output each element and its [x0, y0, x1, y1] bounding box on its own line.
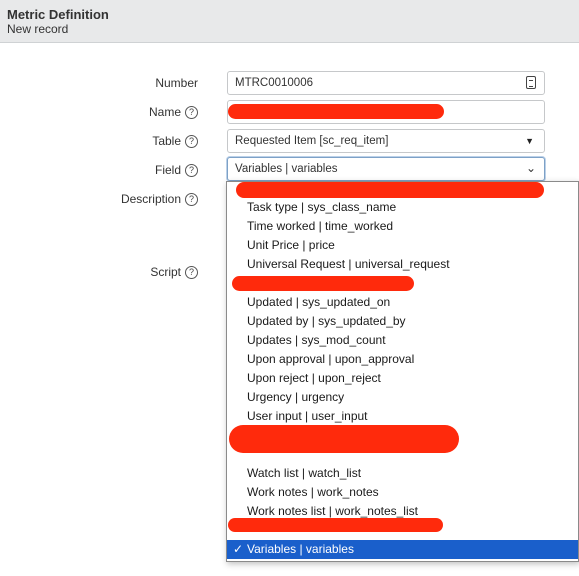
table-select[interactable]: Requested Item [sc_req_item] ▼: [227, 129, 545, 153]
number-label: Number: [155, 76, 198, 90]
dropdown-option[interactable]: Time worked | time_worked: [247, 217, 393, 236]
field-label: Field ?: [155, 163, 198, 177]
dropdown-option[interactable]: User input | user_input: [247, 407, 368, 426]
dropdown-option[interactable]: Updated | sys_updated_on: [247, 293, 390, 312]
field-select[interactable]: Variables | variables ⌄: [227, 157, 545, 181]
redaction-mark: [228, 518, 443, 532]
help-icon[interactable]: ?: [185, 163, 198, 177]
script-label: Script ?: [150, 265, 198, 279]
dropdown-option-selected[interactable]: ✓ Variables | variables: [227, 540, 578, 559]
field-value: Variables | variables: [235, 163, 338, 175]
dropdown-option[interactable]: Updates | sys_mod_count: [247, 331, 386, 350]
redaction-mark: [228, 104, 444, 119]
number-field[interactable]: MTRC0010006: [227, 71, 545, 95]
redaction-mark: [232, 276, 414, 291]
number-value: MTRC0010006: [235, 77, 313, 89]
form-header: Metric Definition New record: [0, 0, 579, 43]
table-value: Requested Item [sc_req_item]: [235, 135, 389, 147]
dropdown-option[interactable]: Universal Request | universal_request: [247, 255, 450, 274]
redaction-mark: [229, 425, 459, 453]
field-options-dropdown[interactable]: Task type | sys_class_name Time worked |…: [226, 181, 579, 562]
help-icon[interactable]: ?: [185, 192, 198, 206]
description-label: Description ?: [121, 192, 198, 206]
dropdown-option[interactable]: Updated by | sys_updated_by: [247, 312, 406, 331]
dropdown-option[interactable]: Task type | sys_class_name: [247, 198, 396, 217]
help-icon[interactable]: ?: [185, 134, 198, 148]
table-label: Table ?: [152, 134, 198, 148]
dropdown-option[interactable]: Upon reject | upon_reject: [247, 369, 381, 388]
reference-icon[interactable]: [526, 76, 536, 89]
dropdown-option[interactable]: Upon approval | upon_approval: [247, 350, 414, 369]
help-icon[interactable]: ?: [185, 105, 198, 119]
redaction-mark: [236, 182, 544, 198]
dropdown-option[interactable]: Watch list | watch_list: [247, 464, 361, 483]
dropdown-option[interactable]: Work notes | work_notes: [247, 483, 379, 502]
form-subtitle: New record: [7, 22, 69, 36]
check-icon: ✓: [233, 542, 244, 556]
name-label: Name ?: [149, 105, 198, 119]
dropdown-option[interactable]: Urgency | urgency: [247, 388, 344, 407]
help-icon[interactable]: ?: [185, 265, 198, 279]
dropdown-option[interactable]: Unit Price | price: [247, 236, 335, 255]
chevron-down-icon: ⌄: [525, 161, 536, 175]
form-title: Metric Definition: [7, 7, 109, 22]
caret-down-icon: ▼: [525, 136, 534, 146]
